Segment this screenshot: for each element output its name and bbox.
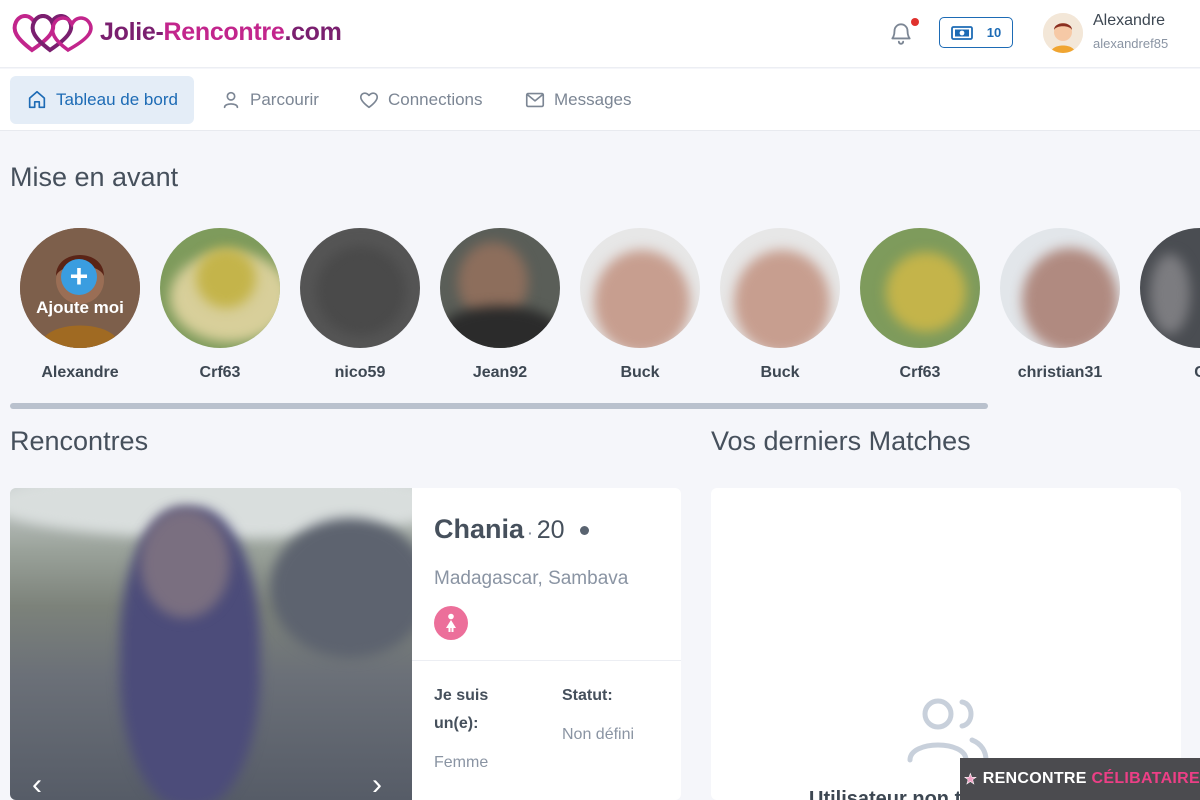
avatar: + Ajoute moi	[20, 228, 140, 348]
blurred-photo	[196, 248, 256, 308]
cash-icon	[950, 25, 973, 40]
nav-item-dashboard[interactable]: Tableau de bord	[10, 76, 194, 124]
add-me-tile[interactable]: + Ajoute moi Alexandre	[19, 228, 141, 382]
matches-panel: Utilisateur non trouvé	[711, 488, 1181, 800]
watermark-part: RENCONTRE	[982, 770, 1087, 787]
watermark-text: RENCONTRE CÉLIBATAIRE	[983, 770, 1200, 788]
featured-profile[interactable]: Jean92	[439, 228, 561, 382]
avatar	[1000, 228, 1120, 348]
star-icon	[964, 772, 977, 785]
blurred-photo	[886, 252, 966, 332]
profile-name: nico59	[334, 364, 386, 381]
blurred-photo	[1022, 248, 1118, 348]
featured-profile[interactable]: Crf63	[859, 228, 981, 382]
logo-text: Jolie-Rencontre.com	[100, 18, 342, 47]
iam-value: Femme	[434, 754, 489, 771]
nav-item-label: Messages	[554, 90, 632, 109]
featured-profile[interactable]: Buck	[719, 228, 841, 382]
users-icon	[907, 698, 989, 763]
user-icon	[223, 91, 239, 109]
prev-photo-arrow[interactable]: ‹	[32, 768, 42, 800]
carousel-scrollbar[interactable]	[10, 403, 988, 409]
profile-name: Buck	[760, 364, 800, 381]
notification-dot	[911, 18, 919, 26]
logo-text-part: .com	[284, 17, 342, 46]
profile-name: Buck	[620, 364, 660, 381]
blurred-photo	[1150, 254, 1190, 334]
profile-card[interactable]: ‹ › Chania · 20 Madagascar, Sambava Je sui…	[10, 488, 681, 800]
avatar	[160, 228, 280, 348]
next-photo-arrow[interactable]: ›	[372, 768, 382, 800]
logo-text-part: Jolie-	[100, 17, 164, 46]
nav-item-label: Tableau de bord	[56, 90, 178, 109]
profile-name: christian31	[1017, 364, 1103, 381]
featured-profile[interactable]: nico59	[299, 228, 421, 382]
iam-label: Je suis un(e):	[434, 687, 489, 732]
avatar	[440, 228, 560, 348]
featured-profile[interactable]: christian31	[999, 228, 1121, 382]
top-bar: Jolie-Rencontre.com 10 Alexandre alexand…	[0, 0, 1200, 68]
avatar	[1140, 228, 1200, 348]
bell-icon[interactable]	[888, 20, 914, 46]
divider	[412, 660, 681, 661]
profile-name: Crf63	[899, 364, 941, 381]
nav-item-connections[interactable]: Connections	[342, 76, 499, 124]
profile-name: C	[1139, 364, 1200, 382]
logo-text-part: Rencontre	[163, 17, 285, 46]
home-icon	[28, 90, 46, 109]
add-me-label: Ajoute moi	[36, 298, 124, 317]
featured-title: Mise en avant	[10, 162, 179, 192]
heart-icon	[359, 92, 379, 109]
woman-icon	[446, 613, 456, 632]
profile-name: Jean92	[472, 364, 528, 381]
status-value: Non défini	[562, 726, 635, 743]
profile-photo: ‹ ›	[10, 488, 412, 800]
featured-profile[interactable]: Crf63	[159, 228, 281, 382]
profile-location: Madagascar, Sambava	[434, 568, 629, 589]
credits-count: 10	[986, 25, 1002, 40]
nav-item-label: Parcourir	[250, 90, 319, 109]
status-label: Statut:	[562, 687, 613, 704]
avatar	[580, 228, 700, 348]
featured-profile[interactable]: Buck	[579, 228, 701, 382]
profile-heading: Chania · 20	[434, 514, 565, 545]
blurred-photo	[270, 518, 412, 658]
nav-item-browse[interactable]: Parcourir	[204, 76, 335, 124]
blurred-photo	[316, 246, 406, 336]
nav-item-label: Connections	[388, 90, 483, 109]
profile-name: Chania	[434, 514, 525, 544]
featured-carousel: + Ajoute moi Alexandre Crf63 nico59 Jean…	[0, 228, 1200, 398]
nav-item-messages[interactable]: Messages	[508, 76, 647, 124]
user-handle: alexandref85	[1093, 36, 1169, 51]
credits-button[interactable]: 10	[939, 17, 1013, 48]
avatar[interactable]	[1043, 13, 1083, 53]
featured-profile[interactable]: C	[1139, 228, 1200, 382]
main-nav: Tableau de bord Parcourir Connections Me…	[0, 69, 1200, 131]
watermark-part: CÉLIBATAIRE	[1091, 770, 1200, 787]
blurred-photo	[140, 508, 230, 618]
user-name[interactable]: Alexandre	[1093, 12, 1165, 30]
watermark-banner: RENCONTRE CÉLIBATAIRE	[960, 758, 1200, 800]
blurred-photo	[594, 250, 690, 348]
hearts-logo-icon	[12, 14, 93, 53]
profile-name: Alexandre	[41, 364, 119, 381]
female-icon	[434, 606, 468, 640]
site-logo[interactable]: Jolie-Rencontre.com	[10, 10, 342, 54]
avatar	[300, 228, 420, 348]
profile-name: Crf63	[199, 364, 241, 381]
avatar	[860, 228, 980, 348]
blurred-photo	[440, 306, 560, 348]
separator-dot: ·	[528, 525, 533, 541]
user-avatar-icon	[1043, 13, 1083, 53]
profile-info: Chania · 20 Madagascar, Sambava Je suis un…	[412, 488, 681, 800]
avatar	[720, 228, 840, 348]
profile-age: 20	[536, 516, 565, 544]
mail-icon	[525, 92, 545, 108]
blurred-photo	[734, 250, 830, 348]
matches-title: Vos derniers Matches	[711, 426, 971, 456]
rencontres-title: Rencontres	[10, 426, 149, 456]
plus-icon: +	[61, 259, 97, 295]
online-status-dot	[580, 526, 589, 535]
